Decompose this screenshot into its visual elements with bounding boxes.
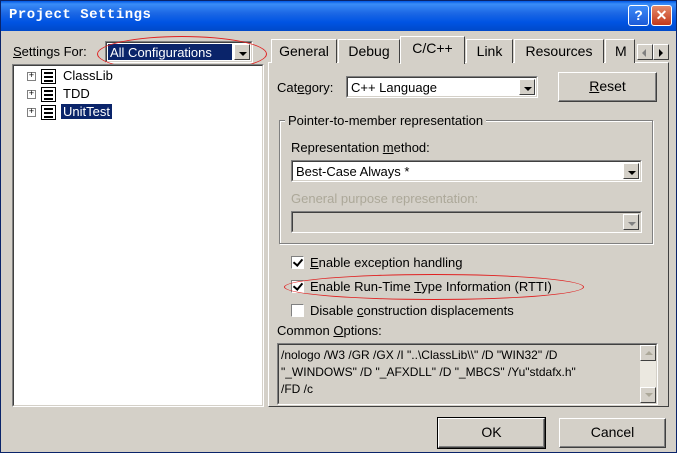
project-settings-window: Project Settings ? ✕ Settings For: All C… bbox=[0, 0, 677, 453]
expand-icon[interactable]: + bbox=[27, 90, 36, 99]
common-options-scrollbar[interactable] bbox=[640, 345, 656, 403]
arrow-right-icon bbox=[659, 49, 663, 57]
scroll-down-button[interactable] bbox=[640, 387, 656, 403]
project-tree[interactable]: + ClassLib + TDD + UnitTest bbox=[12, 64, 264, 407]
settings-for-value: All Configurations bbox=[110, 45, 212, 60]
disable-construction-label: Disable construction displacements bbox=[310, 303, 514, 318]
tab-scroll-right-button[interactable] bbox=[653, 44, 669, 60]
category-label: Category: bbox=[277, 80, 334, 95]
scroll-up-button[interactable] bbox=[640, 345, 656, 361]
arrow-up-icon bbox=[645, 351, 653, 355]
cancel-button[interactable]: Cancel bbox=[559, 418, 666, 448]
category-dropdown-button[interactable] bbox=[519, 79, 535, 95]
project-icon bbox=[41, 105, 56, 120]
general-purpose-dropdown-button bbox=[623, 214, 639, 230]
project-icon bbox=[41, 87, 56, 102]
reset-button[interactable]: Reset bbox=[558, 72, 657, 102]
expand-icon[interactable]: + bbox=[27, 72, 36, 81]
chevron-down-icon bbox=[628, 222, 636, 226]
group-title: Pointer-to-member representation bbox=[285, 113, 487, 128]
project-icon bbox=[41, 69, 56, 84]
common-options-label: Common Options: bbox=[277, 323, 382, 338]
chevron-down-icon bbox=[524, 87, 532, 91]
representation-method-value: Best-Case Always * bbox=[296, 164, 410, 179]
settings-for-combo[interactable]: All Configurations bbox=[105, 41, 253, 63]
tab-debug[interactable]: Debug bbox=[338, 39, 400, 63]
representation-method-label: Representation method: bbox=[291, 140, 430, 155]
common-options-line: /nologo /W3 /GR /GX /I "..\ClassLib\\" /… bbox=[281, 348, 558, 362]
common-options-line: "_WINDOWS" /D "_AFXDLL" /D "_MBCS" /Yu"s… bbox=[281, 365, 576, 379]
tab-resources[interactable]: Resources bbox=[514, 39, 604, 63]
window-title: Project Settings bbox=[9, 7, 152, 23]
general-purpose-label: General purpose representation: bbox=[291, 191, 479, 206]
rtti-checkbox[interactable] bbox=[291, 280, 304, 293]
tab-cpp[interactable]: C/C++ bbox=[400, 36, 465, 64]
tab-more[interactable]: M bbox=[605, 39, 635, 63]
general-purpose-combo bbox=[291, 211, 642, 233]
common-options-line: /FD /c bbox=[281, 382, 313, 396]
chevron-down-icon bbox=[628, 171, 636, 175]
close-button[interactable]: ✕ bbox=[651, 5, 672, 26]
chevron-down-icon bbox=[239, 52, 247, 56]
arrow-left-icon bbox=[642, 49, 646, 57]
tab-link[interactable]: Link bbox=[466, 39, 513, 63]
tab-general[interactable]: General bbox=[271, 39, 337, 63]
arrow-down-icon bbox=[645, 393, 653, 397]
representation-method-combo[interactable]: Best-Case Always * bbox=[291, 160, 642, 182]
tree-item-label: TDD bbox=[63, 86, 90, 101]
rtti-label: Enable Run-Time Type Information (RTTI) bbox=[310, 279, 552, 294]
representation-method-dropdown-button[interactable] bbox=[623, 163, 639, 179]
settings-for-label: Settings For: bbox=[13, 44, 87, 59]
common-options-textarea[interactable]: /nologo /W3 /GR /GX /I "..\ClassLib\\" /… bbox=[277, 343, 658, 405]
ok-button[interactable]: OK bbox=[437, 417, 546, 449]
exception-handling-label: Enable exception handling bbox=[310, 255, 463, 270]
settings-for-dropdown-button[interactable] bbox=[234, 44, 250, 60]
expand-icon[interactable]: + bbox=[27, 108, 36, 117]
help-button[interactable]: ? bbox=[628, 5, 649, 26]
title-bar[interactable]: Project Settings ? ✕ bbox=[1, 1, 676, 31]
tree-item-label: ClassLib bbox=[63, 68, 113, 83]
exception-handling-checkbox[interactable] bbox=[291, 256, 304, 269]
tree-item-label: UnitTest bbox=[61, 104, 112, 119]
category-combo[interactable]: C++ Language bbox=[346, 76, 538, 98]
disable-construction-checkbox[interactable] bbox=[291, 304, 304, 317]
tab-scroll-left-button[interactable] bbox=[637, 44, 653, 60]
category-value: C++ Language bbox=[351, 80, 438, 95]
